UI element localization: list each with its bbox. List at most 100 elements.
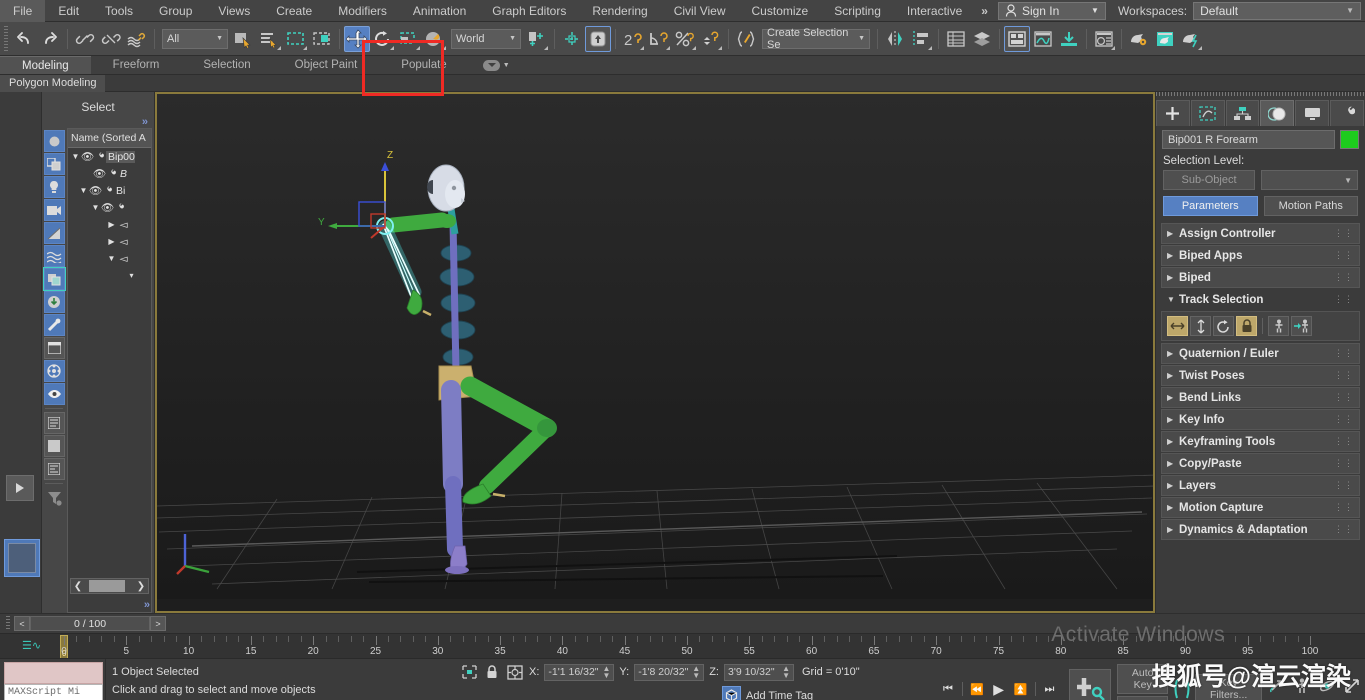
rollout-grip-icon[interactable]: ⋮⋮ [1334, 526, 1354, 533]
undo-icon[interactable] [11, 26, 37, 52]
percent-snap-toggle-icon[interactable] [672, 26, 698, 52]
track-view-icon[interactable]: ☰∿ [22, 639, 41, 652]
filter-visibility-icon[interactable] [44, 383, 65, 405]
render-setup-icon[interactable] [1126, 26, 1152, 52]
rollout-biped-apps[interactable]: ▶ Biped Apps ⋮⋮ [1161, 245, 1360, 266]
menu-modifiers[interactable]: Modifiers [325, 0, 400, 22]
rollout-grip-icon[interactable]: ⋮⋮ [1334, 438, 1354, 445]
toggle-scene-explorer-icon[interactable] [943, 26, 969, 52]
tree-horizontal-scrollbar[interactable]: ❮ ❯ [70, 578, 149, 594]
spinner-snap-toggle-icon[interactable] [698, 26, 724, 52]
mirror-icon[interactable] [882, 26, 908, 52]
selection-lock-icon[interactable] [483, 663, 501, 681]
rollout-grip-icon[interactable]: ⋮⋮ [1334, 274, 1354, 281]
menu-rendering[interactable]: Rendering [579, 0, 660, 22]
y-coordinate-field[interactable]: -1'8 20/32" ▲▼ [634, 664, 704, 681]
rectangular-selection-region-icon[interactable] [283, 26, 309, 52]
tree-expander-icon[interactable]: ▼ [106, 254, 117, 263]
wrench-icon[interactable] [94, 152, 106, 162]
utilities-tab[interactable] [1330, 100, 1364, 126]
filter-xrefs-icon[interactable] [44, 291, 65, 313]
rollout-grip-icon[interactable]: ⋮⋮ [1334, 372, 1354, 379]
window-crossing-toggle-icon[interactable] [309, 26, 335, 52]
sub-object-dropdown[interactable]: ▼ [1261, 170, 1358, 190]
z-coordinate-field[interactable]: 3'9 10/32" ▲▼ [724, 664, 794, 681]
modify-tab[interactable] [1191, 100, 1225, 126]
rollout-bend-links[interactable]: ▶ Bend Links ⋮⋮ [1161, 387, 1360, 408]
display-list-icon[interactable] [44, 412, 65, 434]
render-production-icon[interactable] [1178, 26, 1204, 52]
menu-scripting[interactable]: Scripting [821, 0, 894, 22]
rollout-grip-icon[interactable]: ⋮⋮ [1334, 482, 1354, 489]
toggle-layer-explorer-icon[interactable] [969, 26, 995, 52]
next-frame-button[interactable]: > [150, 616, 166, 631]
rollout-grip-icon[interactable]: ⋮⋮ [1334, 416, 1354, 423]
rollout-copy-paste[interactable]: ▶ Copy/Paste ⋮⋮ [1161, 453, 1360, 474]
rollout-grip-icon[interactable]: ⋮⋮ [1334, 230, 1354, 237]
symmetrical-tracks-icon[interactable] [1268, 316, 1289, 336]
filter-geometry-icon[interactable] [44, 130, 65, 152]
menu-animation[interactable]: Animation [400, 0, 479, 22]
tab-modeling[interactable]: Modeling [0, 56, 91, 74]
filter-lights-icon[interactable] [44, 176, 65, 198]
rollout-grip-icon[interactable]: ⋮⋮ [1334, 394, 1354, 401]
menu-views[interactable]: Views [205, 0, 263, 22]
named-selection-sets-dropdown[interactable]: Create Selection Se ▼ [762, 29, 870, 49]
use-selection-center-icon[interactable] [559, 26, 585, 52]
select-and-rotate-icon[interactable] [370, 26, 396, 52]
wrench-icon[interactable] [114, 203, 126, 213]
add-time-tag-row[interactable]: Add Time Tag [722, 686, 936, 700]
filter-shapes-icon[interactable] [44, 153, 65, 175]
table-row[interactable]: ▶ ◅ [68, 216, 151, 233]
scroll-right-arrow-icon[interactable]: ❯ [134, 581, 148, 592]
curve-editor-icon[interactable] [1030, 26, 1056, 52]
material-editor-icon[interactable] [1091, 26, 1117, 52]
tree-item-label[interactable]: B [118, 168, 127, 180]
filter-particles-icon[interactable] [44, 360, 65, 382]
table-row[interactable]: ▶ ◅ [68, 233, 151, 250]
hierarchy-tab[interactable] [1226, 100, 1260, 126]
select-and-link-icon[interactable] [72, 26, 98, 52]
scrollbar-thumb[interactable] [89, 580, 125, 592]
table-row[interactable]: ▼ ◅ [68, 250, 151, 267]
menu-civil-view[interactable]: Civil View [661, 0, 739, 22]
orbit-view-icon[interactable] [1316, 677, 1338, 695]
rollout-grip-icon[interactable]: ⋮⋮ [1334, 296, 1354, 303]
motion-paths-button[interactable]: Motion Paths [1264, 196, 1359, 216]
table-row[interactable]: ▼ 👁 [68, 199, 151, 216]
eye-icon[interactable]: 👁 [89, 184, 102, 197]
tree-column-header[interactable]: Name (Sorted A [68, 129, 151, 148]
rollout-grip-icon[interactable]: ⋮⋮ [1334, 252, 1354, 259]
select-by-name-icon[interactable] [257, 26, 283, 52]
scene-explorer-more-button[interactable]: » [42, 116, 154, 128]
sign-in-button[interactable]: Sign In ▼ [998, 2, 1106, 20]
viewport-layout-swatch[interactable] [4, 539, 40, 577]
rollout-key-info[interactable]: ▶ Key Info ⋮⋮ [1161, 409, 1360, 430]
table-row[interactable]: 👁 B [68, 165, 151, 182]
selection-lock-region-icon[interactable] [460, 663, 478, 681]
menu-graph-editors[interactable]: Graph Editors [479, 0, 579, 22]
table-row[interactable]: ▼ 👁 Bip00 [68, 148, 151, 165]
tree-item-label[interactable]: Bi [114, 185, 125, 197]
select-and-place-icon[interactable] [422, 26, 448, 52]
lock-com-keying-icon[interactable] [1236, 316, 1257, 336]
edit-named-selection-sets-icon[interactable] [733, 26, 759, 52]
table-row[interactable]: ▼ 👁 Bi [68, 182, 151, 199]
maximize-viewport-icon[interactable] [1341, 677, 1363, 695]
filter-helpers-icon[interactable] [44, 222, 65, 244]
body-vertical-icon[interactable] [1190, 316, 1211, 336]
filter-groups-icon[interactable] [44, 268, 65, 290]
rollout-biped[interactable]: ▶ Biped ⋮⋮ [1161, 267, 1360, 288]
opposite-tracks-icon[interactable] [1291, 316, 1312, 336]
create-tab[interactable] [1156, 100, 1190, 126]
toolbar-grip[interactable] [4, 26, 8, 52]
angle-snap-toggle-icon[interactable] [646, 26, 672, 52]
walk-through-icon[interactable] [1291, 677, 1313, 695]
redo-icon[interactable] [37, 26, 63, 52]
key-filters-button[interactable]: Key Filters... [1195, 674, 1262, 700]
go-to-start-icon[interactable]: ⏮ [938, 680, 958, 698]
subtab-polygon-modeling[interactable]: Polygon Modeling [0, 75, 105, 92]
spinner-icon[interactable]: ▲▼ [692, 665, 700, 679]
tab-object-paint[interactable]: Object Paint [273, 56, 380, 74]
framebar-grip[interactable] [6, 616, 10, 631]
